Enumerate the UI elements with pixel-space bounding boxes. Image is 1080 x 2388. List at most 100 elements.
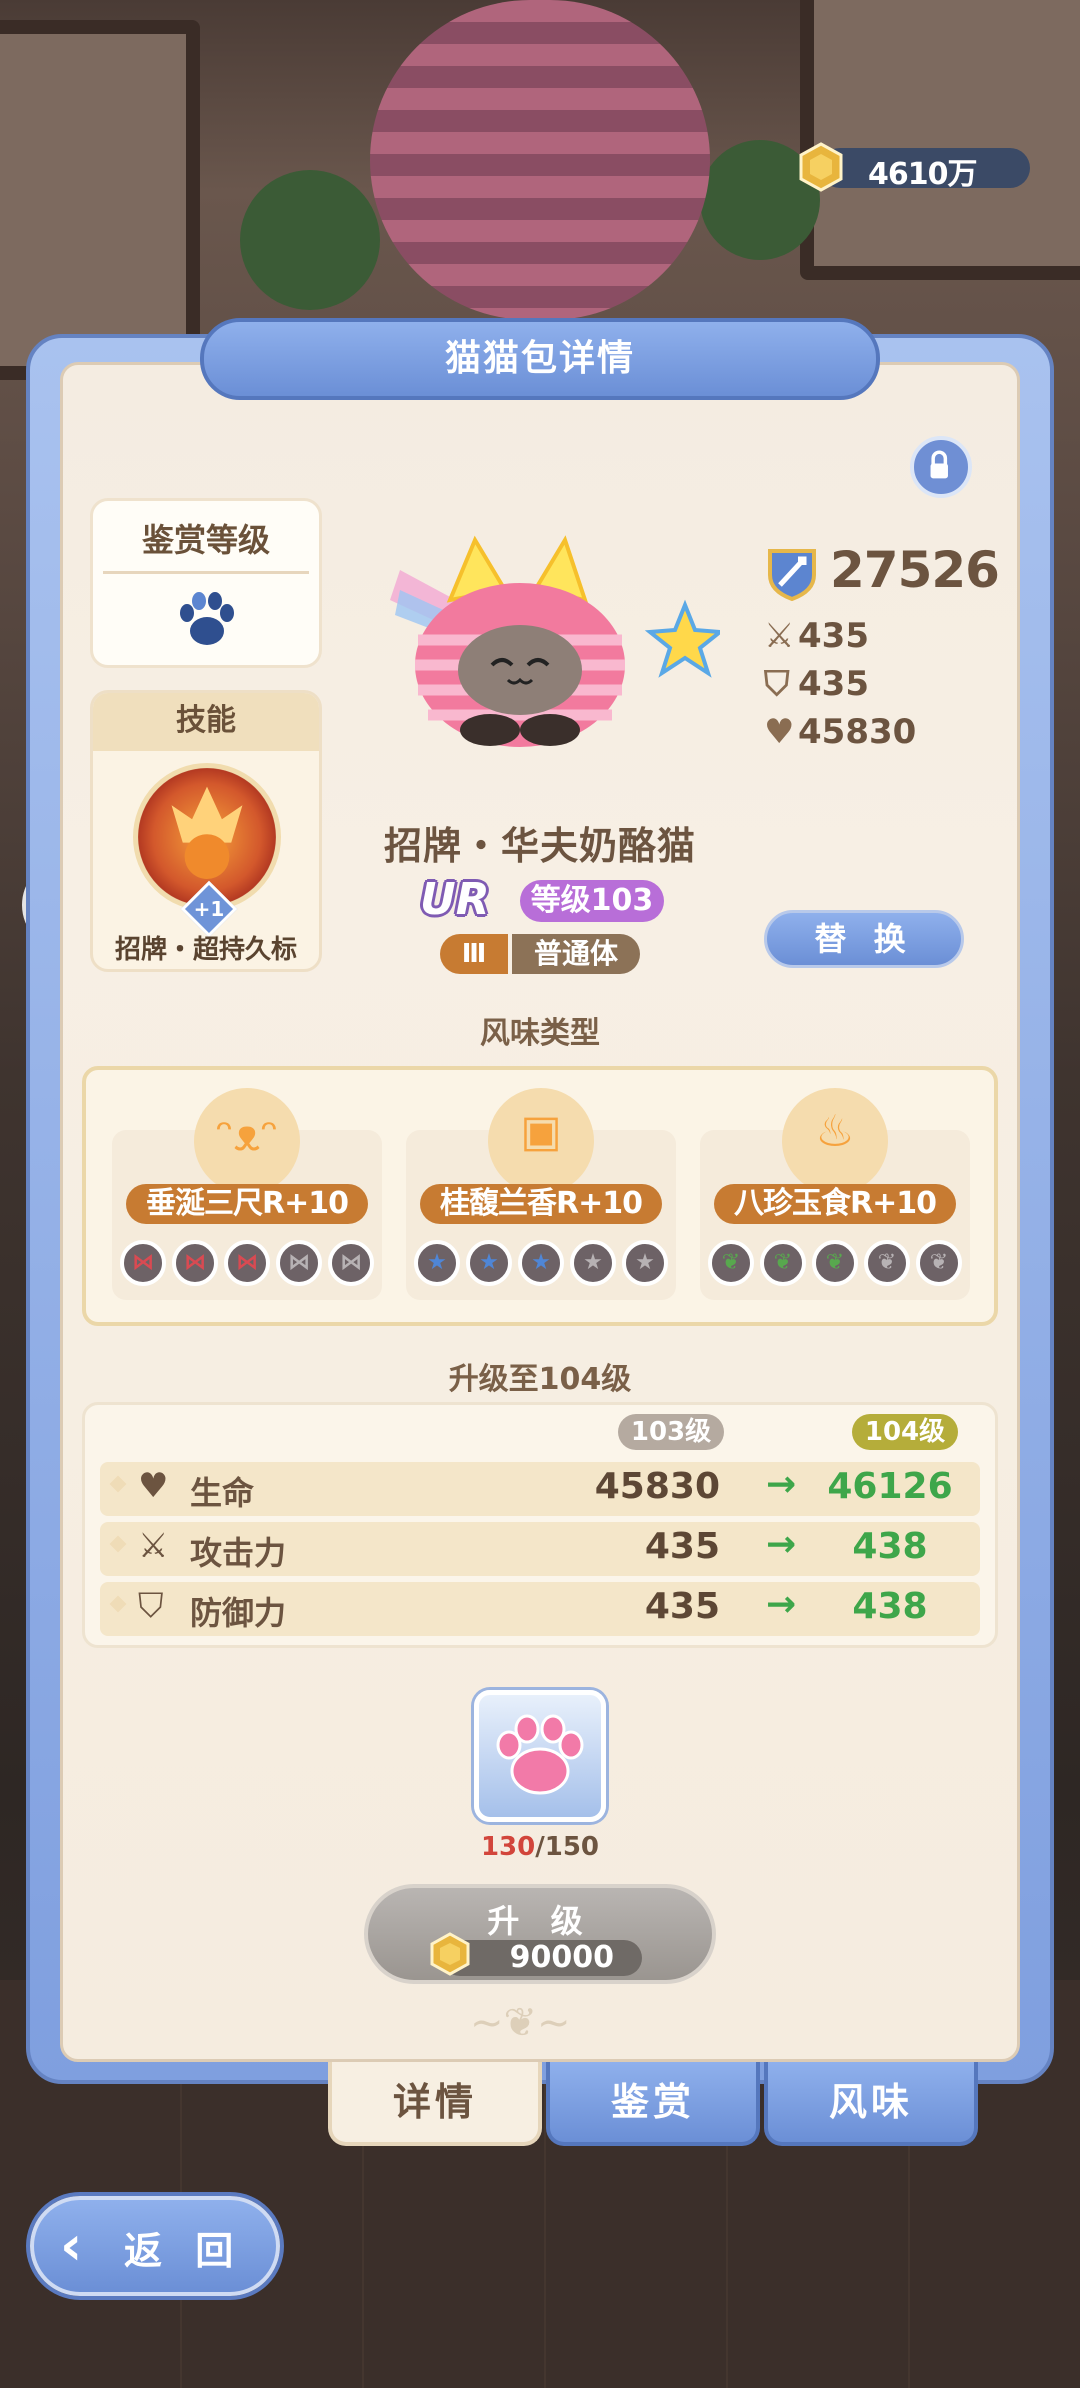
- lock-icon: [930, 450, 948, 479]
- shield-icon: ⛉: [764, 664, 790, 704]
- pink-paw-icon: [496, 1714, 584, 1795]
- background-window: [800, 0, 1080, 280]
- upgrade-button[interactable]: 升 级 90000: [364, 1884, 716, 1984]
- row-next-value: 438: [852, 1586, 928, 1627]
- flame-icon: ♨: [815, 1106, 855, 1157]
- material-item[interactable]: [474, 1690, 606, 1822]
- back-label: 返 回: [124, 2229, 244, 2273]
- star-empty-icon: ★: [622, 1240, 668, 1286]
- bow-empty-icon: ⋈: [328, 1240, 374, 1286]
- flavor-icon-bg: ᵔᴥᵔ: [194, 1088, 300, 1194]
- tab-details[interactable]: 详情: [328, 2062, 542, 2146]
- tab-appraisal[interactable]: 鉴赏: [546, 2062, 760, 2146]
- flavor-section-title: 风味类型: [480, 1016, 600, 1051]
- arrow-right-icon: →: [766, 1464, 797, 1505]
- flavor-rating: ❦ ❦ ❦ ❦ ❦: [708, 1240, 962, 1286]
- bow-empty-icon: ⋈: [276, 1240, 322, 1286]
- gold-coin-icon: [799, 142, 843, 192]
- upgrade-row-hp: ♥ 生命 45830 → 46126: [100, 1462, 980, 1516]
- flavor-card[interactable]: ▣ 桂馥兰香R+10 ★ ★ ★ ★ ★: [406, 1088, 676, 1300]
- lock-button[interactable]: [910, 436, 972, 498]
- bow-filled-icon: ⋈: [120, 1240, 166, 1286]
- row-marker: [109, 1535, 127, 1553]
- row-label: 攻击力: [190, 1534, 287, 1572]
- shield-icon: ⛉: [138, 1586, 164, 1626]
- background-cat-stack: [370, 0, 710, 320]
- level-badge: 等级103: [520, 880, 664, 922]
- upgrade-button-label: 升 级: [487, 1902, 593, 1940]
- upgrade-section-title: 升级至104级: [448, 1362, 632, 1397]
- row-current-value: 45830: [594, 1466, 720, 1507]
- power-shield-icon: [768, 549, 816, 602]
- gold-coin-icon: [430, 1932, 470, 1976]
- flavor-rating: ⋈ ⋈ ⋈ ⋈ ⋈: [120, 1240, 374, 1286]
- bow-filled-icon: ⋈: [172, 1240, 218, 1286]
- skill-name: 招牌・超持久标: [114, 935, 297, 965]
- current-level-tag: 103级: [618, 1414, 724, 1450]
- material-need: /150: [535, 1832, 600, 1862]
- hp-stat: ♥ 45830: [764, 712, 917, 752]
- material-count: 130/150: [0, 1832, 1080, 1862]
- body-type-badge: 普通体: [512, 934, 640, 974]
- leaf-filled-icon: ❦: [760, 1240, 806, 1286]
- arrow-right-icon: →: [766, 1584, 797, 1625]
- star-filled-icon: ★: [466, 1240, 512, 1286]
- power-value: 27526: [830, 541, 1000, 599]
- row-label: 防御力: [190, 1594, 287, 1632]
- appraisal-title: 鉴赏等级: [141, 521, 270, 559]
- panel-title: 猫猫包详情: [200, 318, 880, 400]
- row-marker: [109, 1475, 127, 1493]
- flavor-rating: ★ ★ ★ ★ ★: [414, 1240, 668, 1286]
- row-current-value: 435: [644, 1586, 720, 1627]
- attack-stat: ⚔ 435: [764, 616, 869, 656]
- paw-icon: [180, 592, 234, 645]
- star-filled-icon: ★: [414, 1240, 460, 1286]
- upgrade-cost: 90000: [430, 1932, 642, 1976]
- star-empty-icon: ★: [570, 1240, 616, 1286]
- flavor-card[interactable]: ♨ 八珍玉食R+10 ❦ ❦ ❦ ❦ ❦: [700, 1088, 970, 1300]
- cube-face-icon: ▣: [520, 1106, 562, 1157]
- defense-stat: ⛉ 435: [764, 664, 869, 704]
- cat-ornament-icon: ~❦~: [470, 2000, 571, 2046]
- leaf-filled-icon: ❦: [708, 1240, 754, 1286]
- row-label: 生命: [190, 1474, 255, 1512]
- flavor-label: 八珍玉食R+10: [714, 1184, 956, 1224]
- next-level-tag: 104级: [852, 1414, 958, 1450]
- leaf-empty-icon: ❦: [916, 1240, 962, 1286]
- replace-button[interactable]: 替 换: [764, 910, 964, 968]
- row-next-value: 46126: [827, 1466, 953, 1507]
- currency-amount: 4610万: [868, 157, 977, 192]
- arrow-right-icon: →: [766, 1524, 797, 1565]
- star-filled-icon: ★: [518, 1240, 564, 1286]
- flavor-icon-bg: ♨: [782, 1088, 888, 1194]
- bow-filled-icon: ⋈: [224, 1240, 270, 1286]
- rarity-badge: UR: [420, 874, 490, 925]
- crossed-swords-icon: ⚔: [764, 616, 795, 656]
- material-have: 130: [480, 1832, 536, 1862]
- row-next-value: 438: [852, 1526, 928, 1567]
- upgrade-cost-value: 90000: [509, 1940, 614, 1975]
- chevron-left-icon: ‹: [60, 2214, 83, 2277]
- leaf-empty-icon: ❦: [864, 1240, 910, 1286]
- skill-card[interactable]: 技能 +1 招牌・超持久标: [90, 690, 322, 972]
- row-marker: [109, 1595, 127, 1613]
- back-button[interactable]: ‹ 返 回: [30, 2196, 280, 2296]
- currency-bar[interactable]: 4610万: [799, 142, 1030, 192]
- heart-icon: ♥: [764, 712, 795, 752]
- power-display: 27526: [764, 541, 1000, 605]
- rank-badge: Ⅲ: [440, 934, 508, 974]
- flavor-card[interactable]: ᵔᴥᵔ 垂涎三尺R+10 ⋈ ⋈ ⋈ ⋈ ⋈: [112, 1088, 382, 1300]
- background-window: [0, 20, 200, 380]
- cat-name: 招牌・华夫奶酪猫: [383, 824, 696, 868]
- flavor-label: 桂馥兰香R+10: [420, 1184, 662, 1224]
- flavor-icon-bg: ▣: [488, 1088, 594, 1194]
- upgrade-row-defense: ⛉ 防御力 435 → 438: [100, 1582, 980, 1636]
- row-current-value: 435: [644, 1526, 720, 1567]
- appraisal-card[interactable]: 鉴赏等级: [90, 498, 322, 668]
- skill-title: 技能: [93, 693, 319, 751]
- leaf-filled-icon: ❦: [812, 1240, 858, 1286]
- cat-portrait: [390, 535, 720, 747]
- heart-icon: ♥: [138, 1466, 169, 1506]
- tab-flavor[interactable]: 风味: [764, 2062, 978, 2146]
- background-plant: [240, 170, 380, 310]
